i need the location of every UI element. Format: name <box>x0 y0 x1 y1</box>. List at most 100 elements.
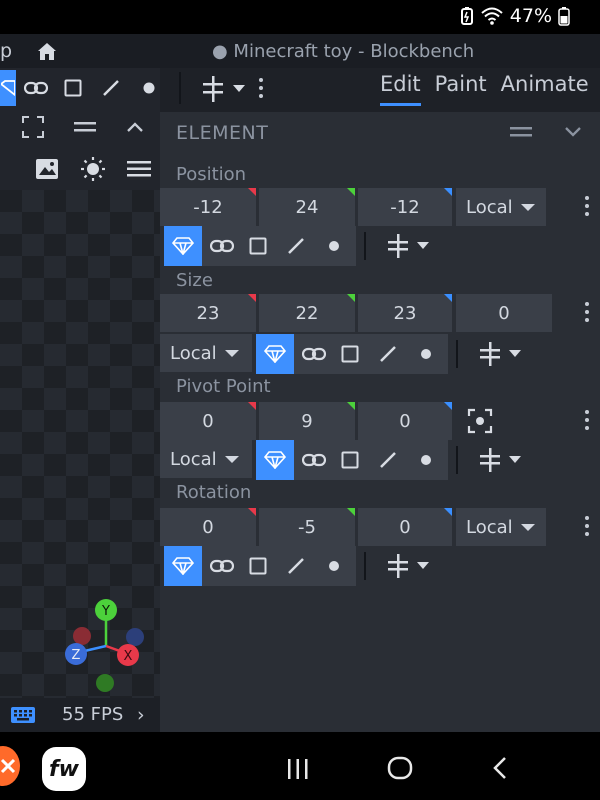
position-z-input[interactable]: -12 <box>358 188 452 226</box>
size-space-select[interactable]: Local <box>160 334 252 372</box>
tab-paint[interactable]: Paint <box>435 72 487 106</box>
pivot-link-button[interactable] <box>296 440 332 480</box>
position-x-input[interactable]: -12 <box>160 188 256 226</box>
home-icon[interactable] <box>36 40 58 62</box>
size-gem-button[interactable] <box>256 334 294 374</box>
divider <box>456 446 458 474</box>
position-gem-button[interactable] <box>164 226 202 266</box>
keyboard-icon[interactable] <box>10 706 36 724</box>
pivot-more-icon[interactable] <box>585 410 591 434</box>
size-dot-button[interactable] <box>408 334 444 374</box>
rotation-align-dropdown[interactable] <box>380 546 436 586</box>
viewport[interactable]: Y X Z 55 FPS › <box>0 68 160 732</box>
position-line-button[interactable] <box>278 226 314 266</box>
chevron-down-icon <box>233 85 245 92</box>
position-more-icon[interactable] <box>585 196 591 220</box>
size-more-icon[interactable] <box>585 302 591 326</box>
dot-tool-button[interactable] <box>134 70 164 106</box>
back-icon[interactable] <box>492 756 508 780</box>
focus-center-icon <box>467 408 493 434</box>
center-pivot-button[interactable] <box>462 402 498 440</box>
rotation-space-select[interactable]: Local <box>456 508 546 546</box>
fullscreen-button[interactable] <box>18 112 48 142</box>
viewport-canvas[interactable]: Y X Z <box>0 190 160 698</box>
pivot-line-button[interactable] <box>370 440 406 480</box>
position-x-value: -12 <box>193 196 223 218</box>
transform-space-dropdown[interactable] <box>196 72 250 106</box>
menu-button[interactable] <box>70 112 100 142</box>
chevron-right-icon[interactable]: › <box>137 704 145 726</box>
rotation-y-input[interactable]: -5 <box>259 508 355 546</box>
pivot-z-input[interactable]: 0 <box>358 402 452 440</box>
tab-edit[interactable]: Edit <box>380 72 421 106</box>
pivot-z-value: 0 <box>399 410 411 432</box>
pivot-square-button[interactable] <box>332 440 368 480</box>
dock-app-icon[interactable] <box>0 746 20 786</box>
pivot-y-input[interactable]: 9 <box>259 402 355 440</box>
rotation-dot-button[interactable] <box>316 546 352 586</box>
pivot-align-dropdown[interactable] <box>472 440 528 480</box>
align-center-icon <box>388 554 408 578</box>
gizmo-neg-y-handle[interactable] <box>96 674 114 692</box>
position-y-input[interactable]: 24 <box>259 188 355 226</box>
size-inflate-input[interactable]: 0 <box>456 294 552 332</box>
rotation-line-button[interactable] <box>278 546 314 586</box>
equal-menu-icon <box>74 122 96 132</box>
tab-animate[interactable]: Animate <box>501 72 589 106</box>
position-dot-button[interactable] <box>316 226 352 266</box>
position-z-value: -12 <box>390 196 420 218</box>
collapse-up-button[interactable] <box>120 112 150 142</box>
viewport-menu-button[interactable] <box>124 154 154 184</box>
link-tool-button[interactable] <box>20 70 52 106</box>
recents-icon[interactable] <box>286 758 310 780</box>
pivot-gem-button[interactable] <box>256 440 294 480</box>
size-line-button[interactable] <box>370 334 406 374</box>
rotation-more-icon[interactable] <box>585 516 591 540</box>
position-align-dropdown[interactable] <box>380 226 436 266</box>
wifi-icon <box>481 7 503 25</box>
battery-icon <box>558 7 570 26</box>
image-icon <box>36 159 58 179</box>
axis-gizmo[interactable]: Y X Z <box>58 598 154 694</box>
lighting-button[interactable] <box>78 154 108 184</box>
gem-tool-button[interactable] <box>0 70 16 106</box>
pivot-x-input[interactable]: 0 <box>160 402 256 440</box>
rotation-y-value: -5 <box>298 516 316 538</box>
rotation-z-input[interactable]: 0 <box>358 508 452 546</box>
pivot-dot-button[interactable] <box>408 440 444 480</box>
panel-menu-icon[interactable] <box>510 126 532 138</box>
size-square-button[interactable] <box>332 334 368 374</box>
rotation-gem-button[interactable] <box>164 546 202 586</box>
pivot-space-select[interactable]: Local <box>160 440 252 478</box>
line-icon <box>380 452 396 468</box>
position-link-button[interactable] <box>204 226 240 266</box>
gizmo-z-label: Z <box>72 648 81 663</box>
size-y-input[interactable]: 22 <box>259 294 355 332</box>
rotation-link-button[interactable] <box>204 546 240 586</box>
line-tool-button[interactable] <box>96 70 126 106</box>
viewport-row-2 <box>0 106 160 148</box>
dock-app-fw[interactable]: fw <box>42 747 86 791</box>
square-tool-button[interactable] <box>58 70 88 106</box>
size-z-input[interactable]: 23 <box>358 294 452 332</box>
rotation-square-button[interactable] <box>240 546 276 586</box>
rotation-x-input[interactable]: 0 <box>160 508 256 546</box>
line-icon <box>380 346 396 362</box>
home-nav-icon[interactable] <box>387 756 413 780</box>
gizmo-neg-z-handle[interactable] <box>126 628 144 646</box>
line-icon <box>288 558 304 574</box>
square-icon <box>249 237 267 255</box>
size-align-dropdown[interactable] <box>472 334 528 374</box>
position-square-button[interactable] <box>240 226 276 266</box>
toolbar-more-icon[interactable] <box>259 78 265 102</box>
size-link-button[interactable] <box>296 334 332 374</box>
menu-bar-partial[interactable]: p <box>0 40 12 62</box>
gizmo-neg-x-handle[interactable] <box>73 627 91 645</box>
chevron-down-icon[interactable] <box>564 122 582 140</box>
background-image-button[interactable] <box>32 154 62 184</box>
size-x-input[interactable]: 23 <box>160 294 256 332</box>
gem-icon <box>172 237 194 255</box>
square-icon <box>64 79 82 97</box>
position-space-select[interactable]: Local <box>456 188 546 226</box>
line-icon <box>103 80 119 96</box>
